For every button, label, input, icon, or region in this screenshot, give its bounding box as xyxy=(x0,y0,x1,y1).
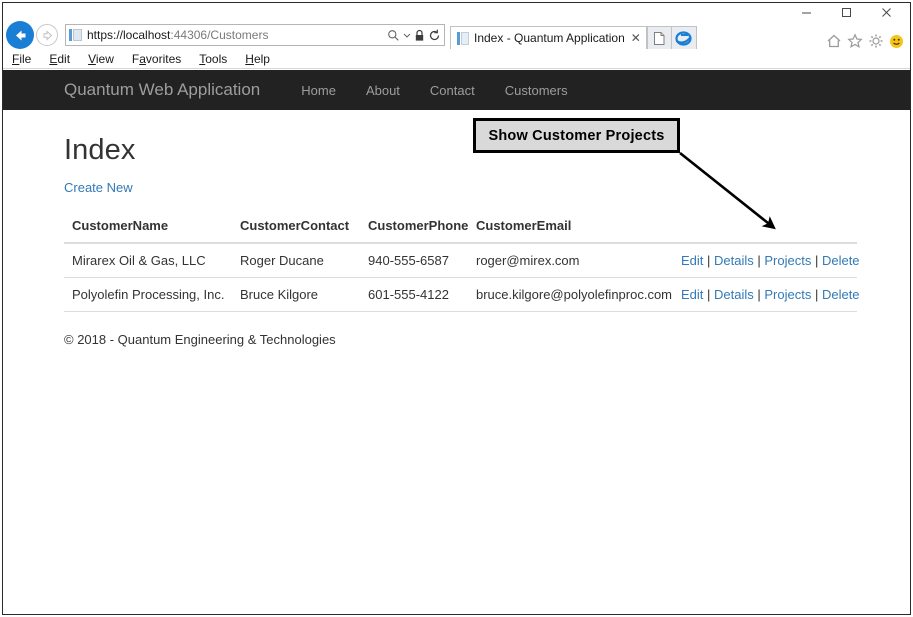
close-button[interactable] xyxy=(866,3,906,21)
browser-toolbar: https://localhost:44306/Customers Index … xyxy=(3,21,910,49)
cell-customerphone: 940-555-6587 xyxy=(368,253,449,268)
browser-window: https://localhost:44306/Customers Index … xyxy=(2,2,911,615)
home-icon[interactable] xyxy=(826,33,842,49)
forward-arrow-icon xyxy=(43,29,52,41)
command-bar-icons xyxy=(826,33,904,49)
new-tab-icon xyxy=(653,31,665,45)
address-path: :44306/Customers xyxy=(170,28,269,42)
menu-item-view[interactable]: View xyxy=(79,52,123,66)
column-header-customercontact: CustomerContact xyxy=(232,214,360,244)
browser-tab[interactable]: Index - Quantum Application ✕ xyxy=(450,26,647,49)
back-button[interactable] xyxy=(6,21,34,49)
tab-title: Index - Quantum Application xyxy=(474,31,625,45)
action-separator: | xyxy=(703,287,715,302)
action-separator: | xyxy=(811,287,822,302)
nav-item-customers[interactable]: Customers xyxy=(490,83,583,98)
address-text: https://localhost:44306/Customers xyxy=(87,28,387,42)
chevron-down-icon[interactable] xyxy=(403,31,411,39)
tab-page-icon xyxy=(457,31,469,45)
details-link[interactable]: Details xyxy=(714,253,754,268)
screenshot-root: https://localhost:44306/Customers Index … xyxy=(0,0,913,617)
cell-actions: Edit | Details | Projects | Delete xyxy=(673,277,860,311)
column-header-customername: CustomerName xyxy=(64,214,232,244)
page-content: Index Create New CustomerName CustomerCo… xyxy=(3,134,910,347)
minimize-icon xyxy=(801,12,811,13)
column-header-customeremail: CustomerEmail xyxy=(468,214,673,244)
action-separator: | xyxy=(753,253,765,268)
maximize-button[interactable] xyxy=(826,3,866,21)
refresh-icon[interactable] xyxy=(428,29,441,42)
menu-item-favorites[interactable]: Favorites xyxy=(123,52,190,66)
internet-explorer-button[interactable] xyxy=(671,26,697,49)
minimize-button[interactable] xyxy=(786,3,826,21)
site-navbar: Quantum Web Application Home About Conta… xyxy=(3,70,910,110)
smiley-icon[interactable] xyxy=(889,34,904,49)
internet-explorer-icon xyxy=(675,30,692,46)
gear-icon[interactable] xyxy=(868,33,884,49)
close-icon xyxy=(881,7,891,17)
action-separator: | xyxy=(703,253,715,268)
column-header-customerphone: CustomerPhone xyxy=(360,214,468,244)
page-title: Index xyxy=(64,134,136,166)
cell-customername: Polyolefin Processing, Inc. xyxy=(64,277,232,311)
page-footer: © 2018 - Quantum Engineering & Technolog… xyxy=(64,332,336,347)
title-bar xyxy=(3,3,910,21)
cell-customername: Mirarex Oil & Gas, LLC xyxy=(72,253,206,268)
edit-link[interactable]: Edit xyxy=(681,253,703,268)
table-row: Polyolefin Processing, Inc. Bruce Kilgor… xyxy=(64,277,860,311)
menu-item-help[interactable]: Help xyxy=(236,52,279,66)
back-arrow-icon xyxy=(15,30,25,40)
projects-link[interactable]: Projects xyxy=(764,253,811,268)
column-header-actions xyxy=(673,214,857,244)
menu-item-file[interactable]: File xyxy=(3,52,40,66)
cell-customercontact: Roger Ducane xyxy=(240,253,324,268)
table-bottom-rule xyxy=(64,311,857,312)
cell-customerphone: 601-555-4122 xyxy=(360,277,468,311)
forward-button[interactable] xyxy=(36,24,58,46)
edit-link[interactable]: Edit xyxy=(681,287,703,302)
nav-item-home[interactable]: Home xyxy=(286,83,351,98)
menu-item-edit[interactable]: Edit xyxy=(40,52,79,66)
page-icon xyxy=(69,28,82,42)
address-bar[interactable]: https://localhost:44306/Customers xyxy=(65,24,445,46)
favorites-star-icon[interactable] xyxy=(847,33,863,49)
window-controls xyxy=(786,3,906,21)
tab-strip: Index - Quantum Application ✕ xyxy=(450,21,910,49)
action-separator: | xyxy=(811,253,822,268)
action-separator: | xyxy=(753,287,765,302)
delete-link[interactable]: Delete xyxy=(822,253,860,268)
nav-item-about[interactable]: About xyxy=(351,83,415,98)
cell-customercontact: Bruce Kilgore xyxy=(232,277,360,311)
table-header-row: CustomerName CustomerContact CustomerPho… xyxy=(64,214,857,244)
cell-actions: Edit | Details | Projects | Delete xyxy=(673,243,860,278)
lock-icon[interactable] xyxy=(414,29,425,42)
customers-table: CustomerName CustomerContact CustomerPho… xyxy=(64,214,860,311)
address-host: https://localhost xyxy=(87,28,171,42)
cell-customeremail: bruce.kilgore@polyolefinproc.com xyxy=(468,277,673,311)
cell-customeremail: roger@mirex.com xyxy=(476,253,580,268)
nav-item-contact[interactable]: Contact xyxy=(415,83,490,98)
new-tab-button[interactable] xyxy=(646,26,672,49)
menu-item-tools[interactable]: Tools xyxy=(190,52,236,66)
table-row: Mirarex Oil & Gas, LLC Roger Ducane 940-… xyxy=(64,243,860,278)
delete-link[interactable]: Delete xyxy=(822,287,860,302)
search-icon[interactable] xyxy=(387,29,400,42)
tab-close-icon[interactable]: ✕ xyxy=(631,32,641,44)
menu-bar: File Edit View Favorites Tools Help xyxy=(3,49,910,69)
projects-link[interactable]: Projects xyxy=(764,287,811,302)
address-bar-icons xyxy=(387,29,441,42)
page-viewport: Quantum Web Application Home About Conta… xyxy=(3,70,910,614)
details-link[interactable]: Details xyxy=(714,287,754,302)
create-new-link[interactable]: Create New xyxy=(64,180,133,195)
maximize-icon xyxy=(841,7,851,17)
site-brand[interactable]: Quantum Web Application xyxy=(64,80,260,100)
